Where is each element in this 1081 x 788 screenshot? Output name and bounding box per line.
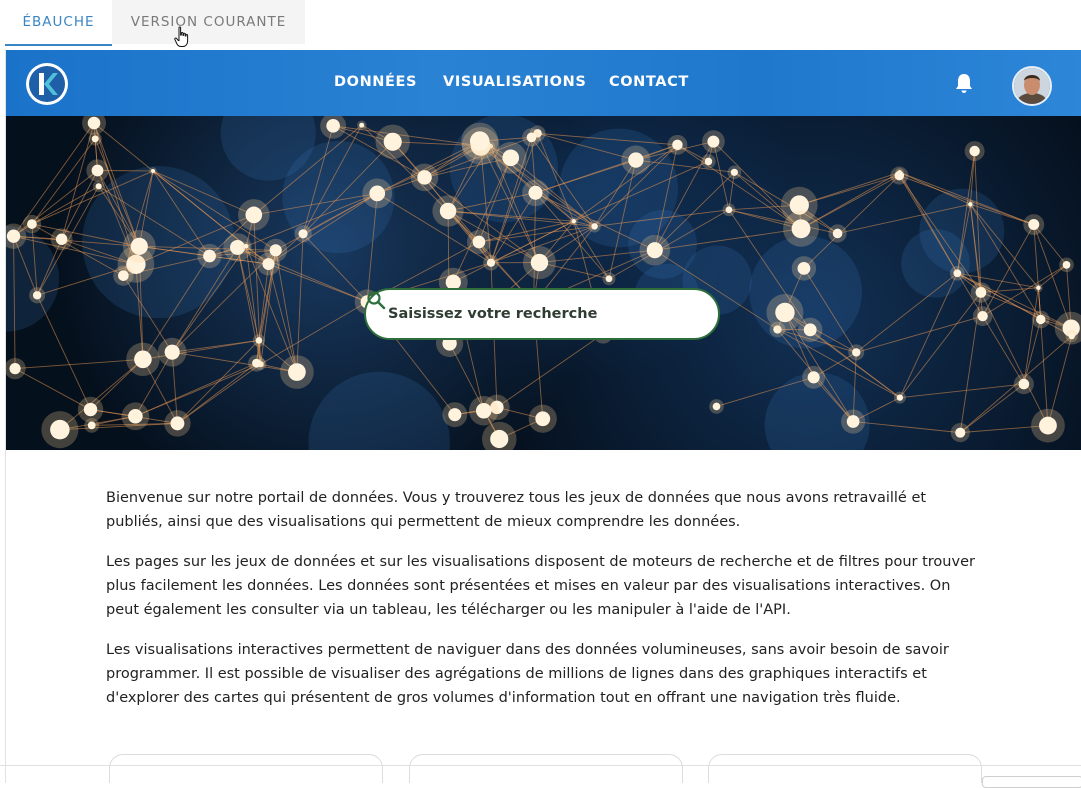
card-2[interactable] [409,754,683,783]
hand-cursor-icon [174,26,190,48]
user-avatar[interactable] [1012,66,1052,106]
network-background-image [6,116,1081,450]
corner-widget[interactable] [982,776,1081,788]
nav-visualisations[interactable]: VISUALISATIONS [443,74,586,90]
top-navbar: DONNÉES VISUALISATIONS CONTACT [6,50,1081,116]
bell-icon[interactable] [954,73,974,95]
tab-version-courante[interactable]: VERSION COURANTE [112,0,305,44]
avatar-portrait-icon [1014,68,1050,104]
bottom-divider [0,765,1081,766]
portal-preview: DONNÉES VISUALISATIONS CONTACT Saisissez… [5,50,1081,783]
card-row [6,754,1081,783]
tab-ebauche[interactable]: ÉBAUCHE [5,0,112,46]
hero-banner: Saisissez votre recherche [6,116,1081,450]
card-1[interactable] [109,754,383,783]
logo-k-icon [26,63,68,105]
card-3[interactable] [708,754,982,783]
search-placeholder[interactable]: Saisissez votre recherche [388,306,597,322]
intro-paragraph-2: Les pages sur les jeux de données et sur… [106,550,976,622]
search-box[interactable]: Saisissez votre recherche [364,288,720,340]
intro-text: Bienvenue sur notre portail de données. … [106,486,976,726]
intro-paragraph-3: Les visualisations interactives permette… [106,638,976,710]
editor-tab-bar: ÉBAUCHE VERSION COURANTE [0,0,1081,46]
portal-logo[interactable] [26,63,68,105]
nav-donnees[interactable]: DONNÉES [334,74,417,90]
intro-paragraph-1: Bienvenue sur notre portail de données. … [106,486,976,534]
search-icon[interactable] [366,290,386,310]
nav-contact[interactable]: CONTACT [609,74,689,90]
